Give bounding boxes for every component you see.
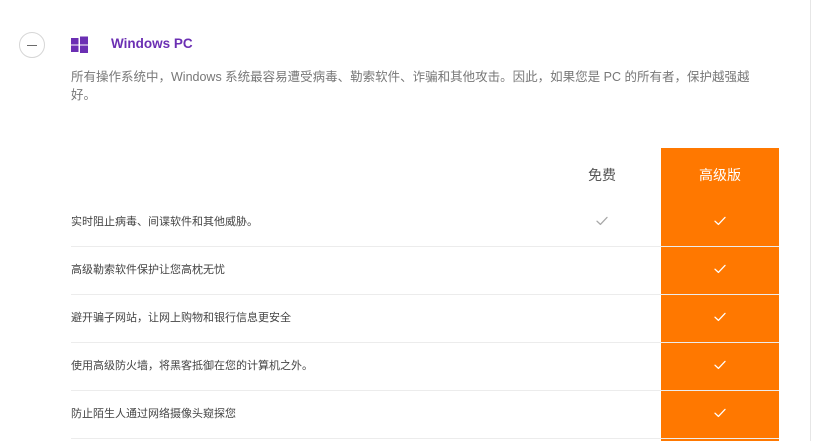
feature-label: 防止陌生人通过网络摄像头窥探您 — [71, 408, 236, 420]
check-icon — [714, 312, 726, 322]
check-icon — [714, 408, 726, 418]
check-icon — [714, 360, 726, 370]
feature-row: 避开骗子网站，让网上购物和银行信息更安全 — [71, 295, 779, 343]
windows-logo-icon — [71, 36, 88, 53]
collapse-button[interactable] — [19, 32, 45, 58]
panel-divider — [810, 0, 811, 441]
section-title: Windows PC — [111, 36, 193, 51]
minus-icon — [27, 44, 37, 46]
section-description: 所有操作系统中，Windows 系统最容易遭受病毒、勒索软件、诈骗和其他攻击。因… — [71, 70, 750, 102]
column-header-premium: 高级版 — [699, 167, 741, 183]
feature-label: 实时阻止病毒、间谍软件和其他威胁。 — [71, 216, 258, 228]
feature-table: 实时阻止病毒、间谍软件和其他威胁。 高级勒索软件保护让您高枕无忧避开骗子网站，让网… — [71, 199, 779, 439]
column-header-free: 免费 — [588, 167, 616, 183]
feature-label: 使用高级防火墙，将黑客抵御在您的计算机之外。 — [71, 360, 313, 372]
feature-label: 高级勒索软件保护让您高枕无忧 — [71, 264, 225, 276]
feature-row: 防止陌生人通过网络摄像头窥探您 — [71, 391, 779, 439]
feature-row: 高级勒索软件保护让您高枕无忧 — [71, 247, 779, 295]
feature-row: 实时阻止病毒、间谍软件和其他威胁。 — [71, 199, 779, 247]
feature-row: 使用高级防火墙，将黑客抵御在您的计算机之外。 — [71, 343, 779, 391]
check-icon — [714, 216, 726, 226]
comparison-panel: Windows PC 所有操作系统中，Windows 系统最容易遭受病毒、勒索软… — [0, 0, 814, 441]
check-icon — [596, 216, 608, 226]
check-icon — [714, 264, 726, 274]
feature-label: 避开骗子网站，让网上购物和银行信息更安全 — [71, 312, 291, 324]
